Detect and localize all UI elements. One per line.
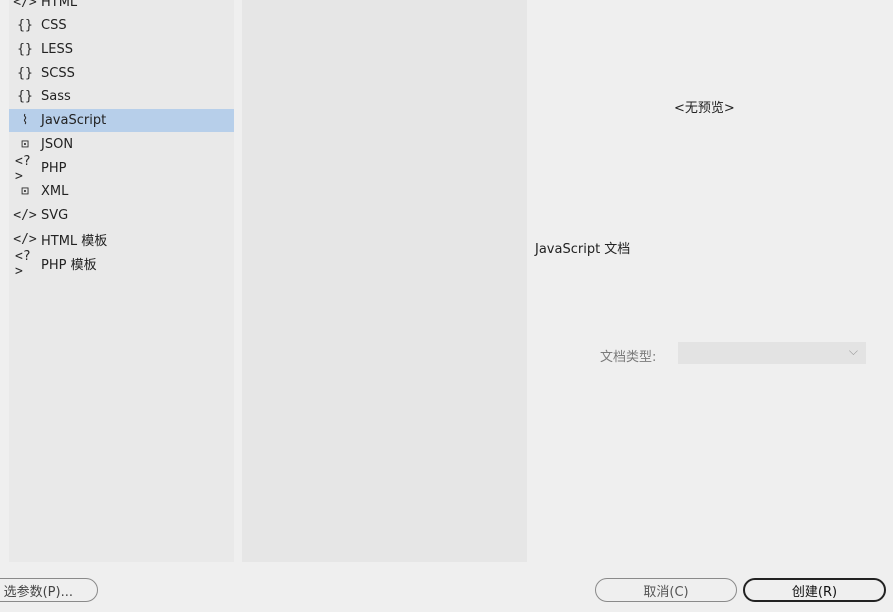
sidebar-item-label: SCSS [41, 66, 75, 81]
sidebar-item-label: PHP 模板 [41, 258, 97, 273]
code-tag-icon: </> [13, 0, 37, 10]
sidebar-item[interactable]: {} LESS [9, 38, 234, 61]
cancel-button[interactable]: 取消(C) [595, 578, 737, 602]
code-tag-icon: </> [13, 208, 37, 223]
document-description: JavaScript 文档 [535, 242, 631, 257]
sidebar-item-label: JavaScript [41, 113, 107, 128]
no-preview-text: <无预览> [674, 101, 735, 116]
doctype-label: 文档类型: [600, 350, 657, 365]
sidebar-item-label: HTML [41, 0, 78, 10]
code-tag-icon: </> [13, 232, 37, 247]
sidebar-item[interactable]: {} Sass [9, 85, 234, 108]
json-file-icon: ⊡ [21, 137, 29, 152]
sidebar-item-label: PHP [41, 161, 67, 176]
sidebar-item-label: XML [41, 184, 69, 199]
doctype-select[interactable]: ⌵ [678, 342, 866, 364]
braces-icon: {} [17, 66, 33, 81]
sidebar-item[interactable]: ⊡ XML [9, 180, 234, 203]
xml-file-icon: ⊡ [21, 184, 29, 199]
script-scroll-icon: ⌇ [21, 113, 29, 128]
sidebar-item[interactable]: ⌇ JavaScript [9, 109, 234, 132]
file-type-list: </> HTML {} CSS {} LESS {} SCSS {} Sass ⌇ JavaScrip… [9, 0, 234, 562]
sidebar-item[interactable]: ⊡ JSON [9, 133, 234, 156]
php-tag-icon: <?> [15, 153, 31, 184]
create-button[interactable]: 创建(R) [743, 578, 886, 602]
braces-icon: {} [17, 89, 33, 104]
chevron-down-icon: ⌵ [848, 344, 858, 358]
sidebar-item-label: SVG [41, 208, 69, 223]
sidebar-item[interactable]: {} CSS [9, 14, 234, 37]
braces-icon: {} [17, 18, 33, 33]
sidebar-item[interactable]: <?> PHP 模板 [9, 248, 234, 279]
sidebar-item[interactable]: {} SCSS [9, 62, 234, 85]
sidebar-item[interactable]: </> HTML [9, 0, 234, 14]
php-tag-icon: <?> [15, 248, 31, 279]
sidebar-item[interactable]: </> HTML 模板 [9, 228, 234, 251]
sidebar-item[interactable]: </> SVG [9, 204, 234, 227]
sidebar-item-label: HTML 模板 [41, 234, 108, 249]
sidebar-item[interactable]: <?> PHP [9, 153, 234, 184]
sidebar-item-label: Sass [41, 89, 71, 104]
template-list [242, 0, 527, 562]
sidebar-item-label: CSS [41, 18, 67, 33]
sidebar-item-label: JSON [41, 137, 74, 152]
braces-icon: {} [17, 42, 33, 57]
preferences-button[interactable]: 选参数(P)... [0, 578, 98, 602]
sidebar-item-label: LESS [41, 42, 73, 57]
